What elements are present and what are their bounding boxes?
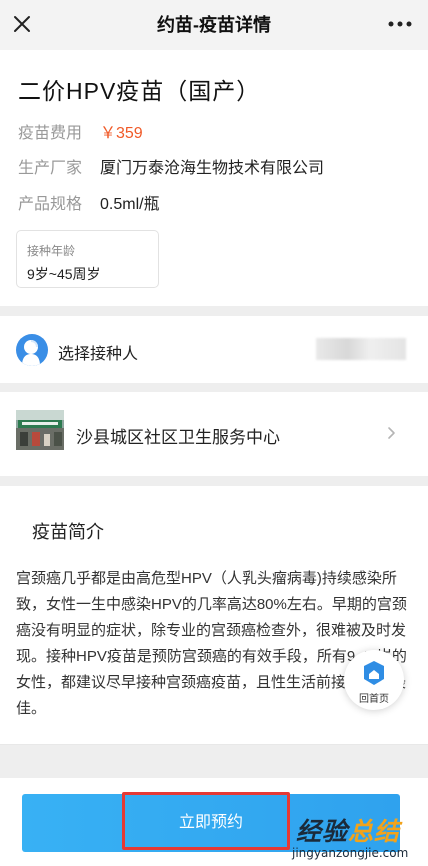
vaccine-name: 二价HPV疫苗（国产） — [18, 78, 261, 104]
clinic-photo — [16, 410, 64, 450]
more-icon[interactable] — [386, 12, 414, 36]
page-title: 约苗-疫苗详情 — [157, 15, 271, 35]
select-recipient-label: 选择接种人 — [58, 346, 139, 363]
vaccine-info-card: 二价HPV疫苗（国产） 疫苗费用 ￥359 生产厂家 厦门万泰沧海生物技术有限公… — [0, 50, 428, 306]
user-avatar-icon — [16, 334, 48, 366]
home-button[interactable]: 回首页 — [344, 650, 404, 710]
navbar: 约苗-疫苗详情 — [0, 0, 428, 50]
close-icon[interactable] — [10, 12, 34, 36]
fee-label: 疫苗费用 — [18, 125, 83, 142]
watermark-accent: 总结 — [348, 818, 401, 846]
manufacturer-label: 生产厂家 — [18, 160, 83, 177]
spec-label: 产品规格 — [18, 196, 83, 213]
chevron-right-icon — [388, 427, 395, 439]
manufacturer-value: 厦门万泰沧海生物技术有限公司 — [100, 160, 325, 177]
home-label: 回首页 — [359, 694, 389, 705]
age-label: 接种年龄 — [27, 244, 76, 258]
clinic-row[interactable]: 沙县城区社区卫生服务中心 — [0, 392, 428, 476]
spec-value: 0.5ml/瓶 — [100, 196, 160, 213]
watermark-url: jingyanzongjie.com — [292, 846, 409, 860]
select-recipient-row[interactable]: 选择接种人 — [0, 316, 428, 383]
watermark-prefix: 经验 — [296, 818, 349, 846]
age-value: 9岁~45周岁 — [27, 266, 101, 282]
clinic-name: 沙县城区社区卫生服务中心 — [76, 428, 280, 447]
watermark-logo: 经验总结 — [296, 812, 400, 848]
divider — [0, 744, 428, 745]
age-box: 接种年龄 9岁~45周岁 — [16, 230, 159, 288]
intro-title: 疫苗简介 — [32, 522, 104, 542]
recipient-blurred-value — [316, 338, 406, 360]
fee-value: ￥359 — [100, 125, 143, 142]
home-icon — [364, 661, 384, 685]
